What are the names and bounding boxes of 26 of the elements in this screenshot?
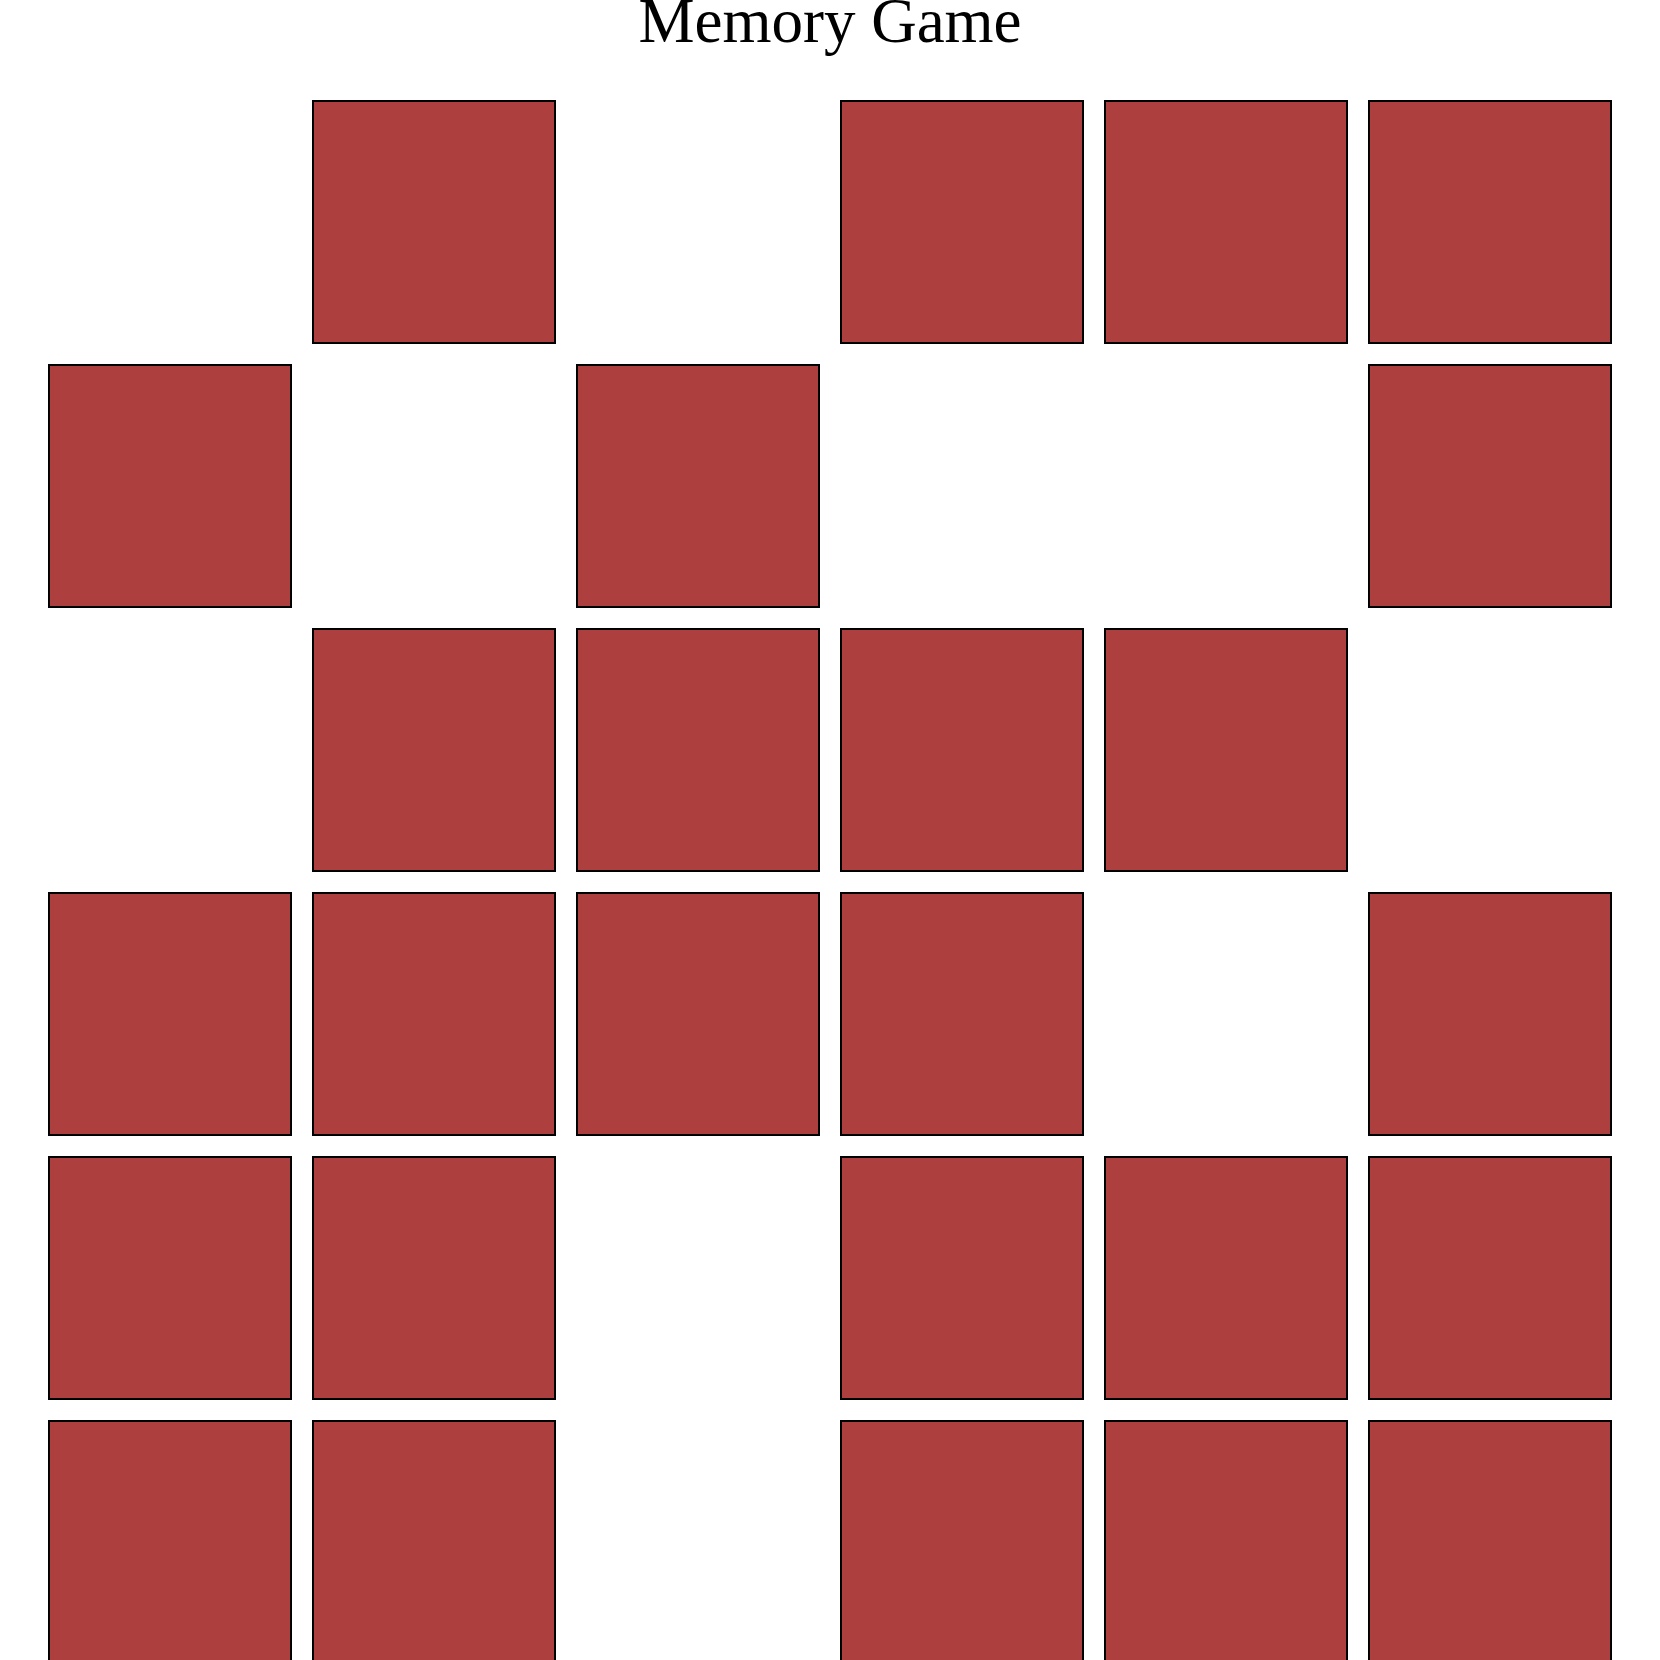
memory-card[interactable] [48,1420,292,1660]
memory-card[interactable] [48,892,292,1136]
memory-card[interactable] [48,364,292,608]
memory-card[interactable] [840,1156,1084,1400]
memory-card[interactable] [1104,1156,1348,1400]
memory-card[interactable] [1368,1420,1612,1660]
memory-card[interactable] [576,628,820,872]
memory-card[interactable] [576,892,820,1136]
memory-card[interactable] [1104,100,1348,344]
memory-card[interactable] [312,628,556,872]
memory-card[interactable] [576,364,820,608]
memory-card[interactable] [312,100,556,344]
memory-card[interactable] [840,100,1084,344]
memory-card[interactable] [312,1156,556,1400]
memory-card[interactable] [312,1420,556,1660]
memory-card[interactable] [840,892,1084,1136]
memory-card[interactable] [840,1420,1084,1660]
memory-card[interactable] [1368,100,1612,344]
memory-card[interactable] [1104,628,1348,872]
memory-card[interactable] [312,892,556,1136]
memory-card[interactable] [1104,1420,1348,1660]
memory-card[interactable] [1368,364,1612,608]
memory-card[interactable] [1368,892,1612,1136]
memory-card[interactable] [1368,1156,1612,1400]
memory-card[interactable] [840,628,1084,872]
memory-card[interactable] [48,1156,292,1400]
